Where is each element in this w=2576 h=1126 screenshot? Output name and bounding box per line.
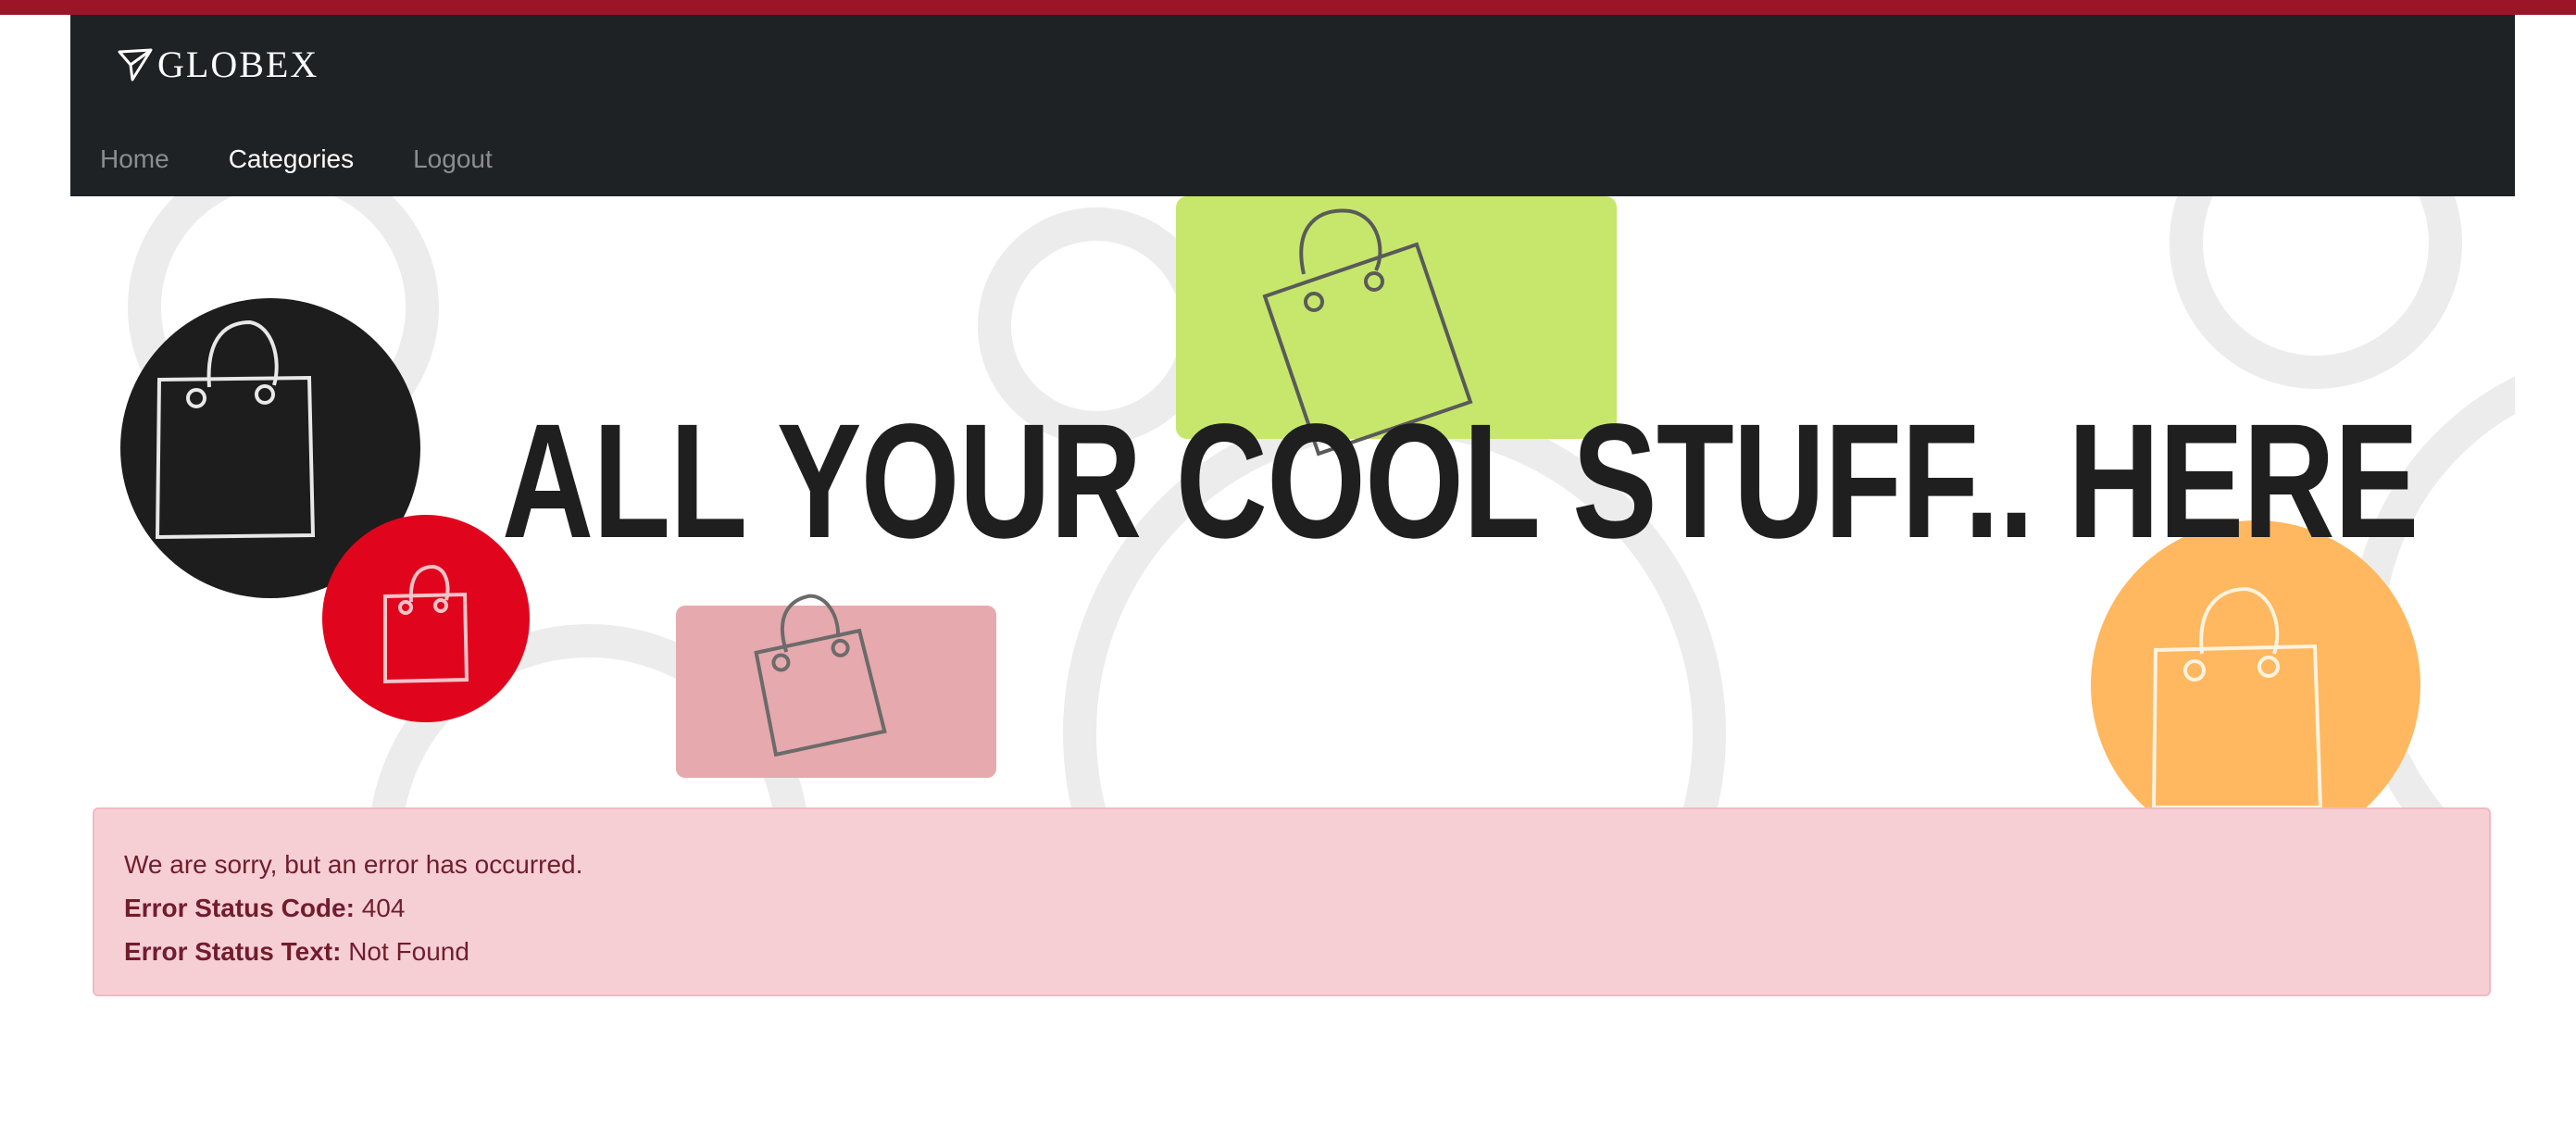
error-status-code-row: Error Status Code: 404 <box>124 886 2459 930</box>
page-container: GLOBEX Home Categories Logout ALL YOUR C… <box>70 15 2515 996</box>
error-status-text-label: Error Status Text: <box>124 937 342 966</box>
error-message: We are sorry, but an error has occurred. <box>124 850 583 879</box>
error-status-code-label: Error Status Code: <box>124 894 355 922</box>
paper-plane-icon <box>117 46 154 83</box>
nav-menu: Home Categories Logout <box>100 144 552 174</box>
error-status-text-row: Error Status Text: Not Found <box>124 930 2459 973</box>
top-accent-strip <box>0 0 2576 15</box>
error-status-text-value: Not Found <box>348 937 469 966</box>
navbar: GLOBEX Home Categories Logout <box>70 15 2515 196</box>
hero-banner: ALL YOUR COOL STUFF.. HERE <box>70 196 2515 807</box>
banner-headline: ALL YOUR COOL STUFF.. HERE <box>502 391 2419 572</box>
brand-logo-link[interactable]: GLOBEX <box>117 43 319 86</box>
nav-home-link[interactable]: Home <box>100 144 169 174</box>
error-alert: We are sorry, but an error has occurred.… <box>93 807 2491 996</box>
nav-categories-link[interactable]: Categories <box>229 144 354 174</box>
nav-logout-link[interactable]: Logout <box>413 144 493 174</box>
brand-name: GLOBEX <box>157 44 319 85</box>
error-status-code-value: 404 <box>361 894 406 922</box>
